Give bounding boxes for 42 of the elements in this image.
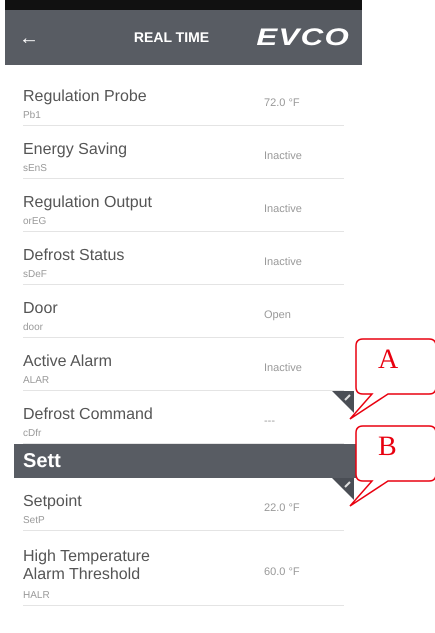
list-row[interactable]: Setpoint SetP 22.0 °F bbox=[23, 486, 344, 531]
parameter-code: SetP bbox=[23, 514, 45, 528]
list-row[interactable]: Regulation Probe Pb1 72.0 °F bbox=[23, 81, 344, 126]
list-row[interactable]: Active Alarm ALAR Inactive bbox=[23, 346, 344, 391]
parameter-name: Regulation Output bbox=[23, 194, 153, 212]
list-row[interactable]: Door door Open bbox=[23, 293, 344, 338]
parameter-name: Setpoint bbox=[23, 493, 83, 511]
parameter-name: Defrost Status bbox=[23, 247, 126, 265]
parameter-value: 72.0 °F bbox=[264, 96, 301, 111]
parameter-value: 22.0 °F bbox=[264, 500, 301, 516]
edit-corner-icon[interactable] bbox=[332, 478, 354, 500]
list-row[interactable]: High Temperature Alarm Threshold HALR 60.0 °F bbox=[23, 539, 344, 606]
parameter-value: Inactive bbox=[264, 202, 303, 217]
parameter-code: sEnS bbox=[23, 162, 47, 176]
parameter-code: door bbox=[23, 321, 44, 335]
callout-label: B bbox=[378, 433, 397, 461]
parameter-value: 60.0 °F bbox=[264, 564, 301, 580]
parameter-code: ALAR bbox=[23, 374, 50, 388]
parameter-value: Inactive bbox=[264, 254, 303, 270]
parameter-name: Door bbox=[23, 300, 59, 318]
parameter-code: HALR bbox=[23, 589, 50, 603]
parameter-code: sDeF bbox=[23, 268, 47, 282]
parameter-name: Energy Saving bbox=[23, 141, 128, 159]
parameter-name: Defrost Command bbox=[23, 406, 154, 424]
edit-corner-icon[interactable] bbox=[332, 391, 354, 413]
parameter-name: High Temperature Alarm Threshold bbox=[23, 548, 151, 584]
callout-label: A bbox=[378, 346, 398, 374]
parameter-value: Inactive bbox=[264, 148, 303, 164]
parameter-value: Open bbox=[264, 308, 292, 323]
back-button[interactable]: ← bbox=[19, 22, 79, 52]
list-row[interactable]: Defrost Status sDeF Inactive bbox=[23, 240, 344, 285]
parameter-code: Pb1 bbox=[23, 109, 41, 123]
logo: EVCO bbox=[256, 22, 350, 52]
section-header: Sett bbox=[14, 444, 358, 478]
parameter-name: Regulation Probe bbox=[23, 88, 148, 106]
parameter-code: cDfr bbox=[23, 427, 42, 441]
parameter-value: Inactive bbox=[264, 360, 303, 376]
list-row[interactable]: Energy Saving sEnS Inactive bbox=[23, 134, 344, 179]
parameter-value: --- bbox=[264, 414, 276, 429]
parameter-name: Active Alarm bbox=[23, 353, 113, 371]
list-row[interactable]: Regulation Output orEG Inactive bbox=[23, 187, 344, 232]
parameter-code: orEG bbox=[23, 215, 46, 229]
